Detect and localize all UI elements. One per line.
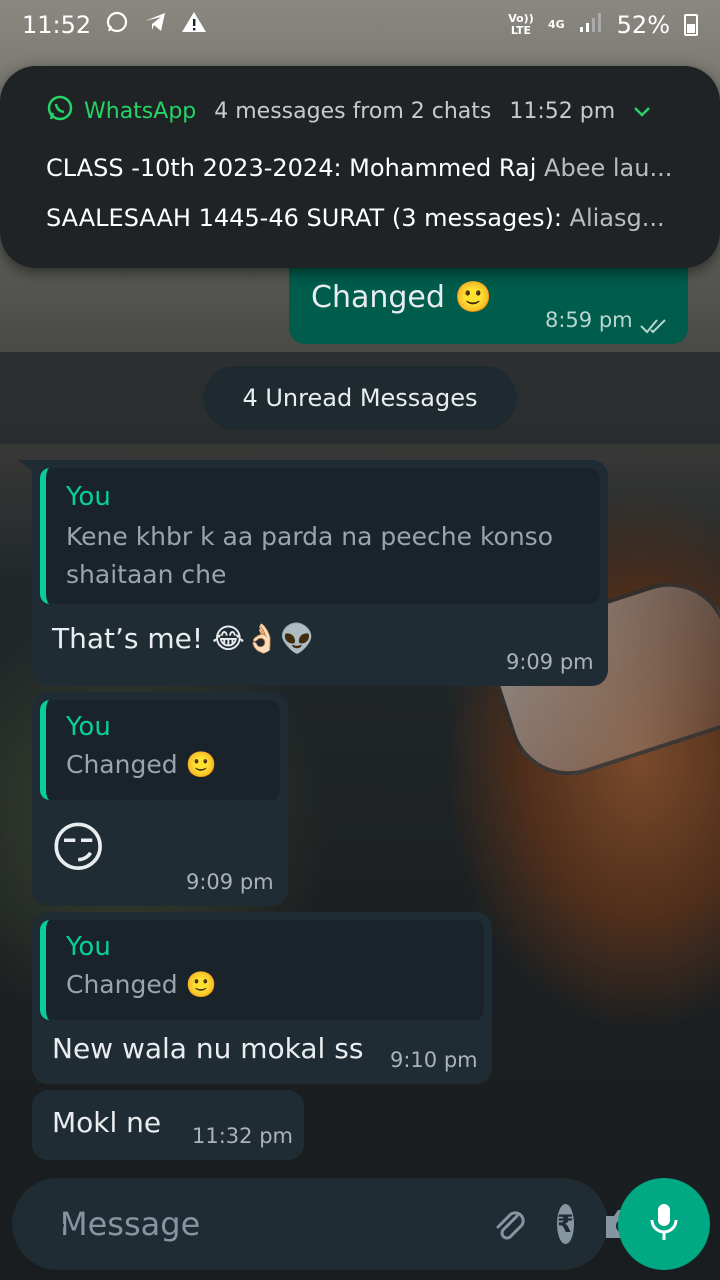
quote-author: You <box>66 482 111 512</box>
incoming-message[interactable]: You Changed 🙂 New wala nu mokal ss 9:10 … <box>32 912 492 1084</box>
network-type: 4G <box>547 18 565 31</box>
voice-message-button[interactable] <box>618 1178 710 1270</box>
attach-icon[interactable] <box>489 1204 529 1244</box>
message-time: 9:09 pm <box>506 650 594 674</box>
notification-sender: SAALESAAH 1445-46 SURAT (3 messages): <box>46 204 562 232</box>
message-text: Mokl ne <box>52 1106 162 1139</box>
notification-sender: CLASS -10th 2023-2024: Mohammed Raj <box>46 154 537 182</box>
quote-text: Changed 🙂 <box>66 750 217 779</box>
quote-text: Kene khbr k aa parda na peeche konso sha… <box>66 522 553 589</box>
notification-message: Aliasg... <box>569 204 665 232</box>
quoted-message[interactable]: You Changed 🙂 <box>40 700 280 800</box>
signal-icon <box>579 11 603 39</box>
notification-line[interactable]: SAALESAAH 1445-46 SURAT (3 messages): Al… <box>46 204 674 232</box>
payment-rupee-icon[interactable]: ₹ <box>557 1204 574 1244</box>
whatsapp-status-icon <box>105 10 129 40</box>
warning-icon <box>181 10 207 40</box>
incoming-message[interactable]: Mokl ne 11:32 pm <box>32 1090 304 1160</box>
notification-line[interactable]: CLASS -10th 2023-2024: Mohammed Raj Abee… <box>46 154 674 182</box>
quote-author: You <box>66 712 111 742</box>
message-text: Changed 🙂 <box>311 280 492 315</box>
notification-time: 11:52 pm <box>509 98 616 124</box>
unread-messages-label: 4 Unread Messages <box>203 366 517 430</box>
quoted-message[interactable]: You Changed 🙂 <box>40 920 484 1020</box>
expand-chevron-icon[interactable] <box>633 99 651 124</box>
message-time: 9:09 pm <box>186 870 274 894</box>
notification-panel[interactable]: WhatsApp 4 messages from 2 chats 11:52 p… <box>0 66 720 268</box>
incoming-message[interactable]: You Kene khbr k aa parda na peeche konso… <box>32 460 608 686</box>
whatsapp-icon <box>46 94 74 128</box>
battery-icon <box>684 14 698 36</box>
message-text: That’s me! 😂👌🏻👽 <box>52 622 315 655</box>
incoming-message[interactable]: You Changed 🙂 😏 9:09 pm <box>32 692 288 906</box>
message-time: 9:10 pm <box>390 1048 478 1072</box>
message-time: 11:32 pm <box>192 1124 293 1148</box>
notification-message: Abee lau... <box>544 154 673 182</box>
quote-text: Changed 🙂 <box>66 970 217 999</box>
quote-author: You <box>66 932 111 962</box>
status-time: 11:52 <box>22 11 92 39</box>
volte-indicator: Vo)) LTE <box>508 12 534 37</box>
message-input[interactable] <box>58 1204 461 1244</box>
status-bar: 11:52 Vo)) LTE 4G 52% <box>0 0 720 50</box>
microphone-icon <box>649 1202 679 1246</box>
notification-app: WhatsApp <box>46 94 196 128</box>
message-text: New wala nu mokal ss <box>52 1032 364 1065</box>
battery-percent: 52% <box>616 11 670 39</box>
notification-summary: 4 messages from 2 chats <box>214 98 492 124</box>
message-composer: ₹ <box>12 1178 640 1270</box>
double-check-icon <box>639 310 669 343</box>
app-name: WhatsApp <box>84 98 197 124</box>
message-time: 8:59 pm <box>545 308 633 332</box>
bubble-tail <box>18 460 34 472</box>
telegram-icon <box>143 10 167 40</box>
quoted-message[interactable]: You Kene khbr k aa parda na peeche konso… <box>40 468 600 604</box>
message-emoji: 😏 <box>50 816 107 879</box>
